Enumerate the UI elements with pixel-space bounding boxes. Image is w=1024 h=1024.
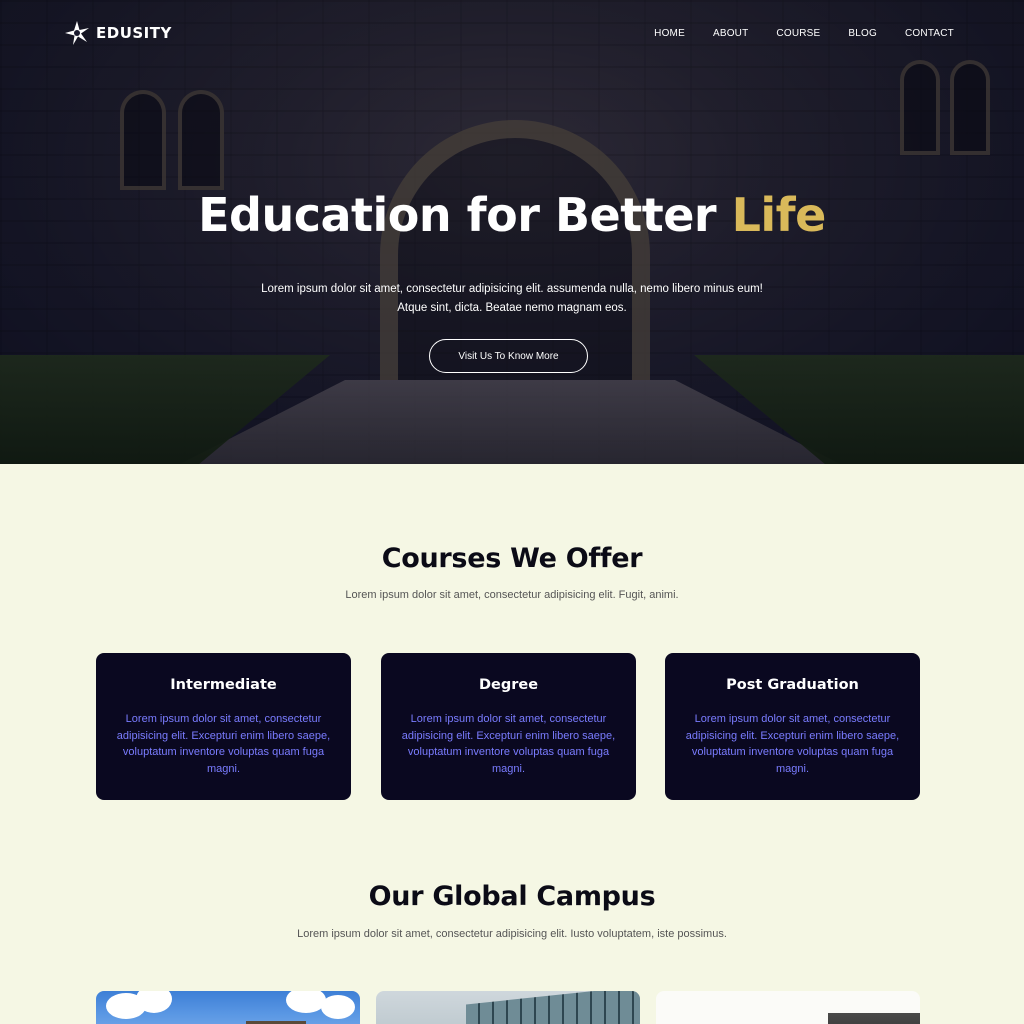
brand-name: EDUSITY	[96, 24, 172, 42]
visit-us-button[interactable]: Visit Us To Know More	[429, 339, 588, 373]
logo-star-icon	[65, 21, 89, 45]
cloud-shape	[321, 995, 355, 1019]
nav-item-course[interactable]: COURSE	[776, 28, 820, 39]
courses-subtitle: Lorem ipsum dolor sit amet, consectetur …	[345, 589, 679, 601]
course-card-title: Post Graduation	[726, 677, 859, 693]
hero-section: EDUSITY HOME ABOUT COURSE BLOG CONTACT E…	[0, 0, 1024, 464]
hero-title-accent: Life	[731, 188, 827, 242]
nav-item-blog[interactable]: BLOG	[848, 28, 877, 39]
campus-image-3[interactable]	[656, 991, 920, 1024]
course-card-text: Lorem ipsum dolor sit amet, consectetur …	[685, 713, 900, 775]
hero-window-right-1	[900, 60, 940, 155]
brand-logo[interactable]: EDUSITY	[64, 20, 172, 46]
hero-window-left-2	[178, 90, 224, 190]
hero-window-right-2	[950, 60, 990, 155]
course-card-text: Lorem ipsum dolor sit amet, consectetur …	[401, 713, 616, 775]
course-card-title: Intermediate	[170, 677, 277, 693]
nav-item-about[interactable]: ABOUT	[713, 28, 748, 39]
courses-title: Courses We Offer	[381, 543, 643, 574]
glass-facade-shape	[466, 991, 640, 1024]
cloud-shape	[136, 991, 172, 1013]
hero-title-main: Education for Better	[198, 188, 717, 242]
cloud-shape	[286, 991, 326, 1013]
hero-title: Education for Better Life	[0, 188, 1024, 242]
campus-title: Our Global Campus	[368, 881, 656, 912]
course-card-degree[interactable]: Degree Lorem ipsum dolor sit amet, conse…	[381, 653, 636, 800]
campus-image-2[interactable]	[376, 991, 640, 1024]
course-card-title: Degree	[478, 677, 539, 693]
hero-description: Lorem ipsum dolor sit amet, consectetur …	[0, 280, 1024, 318]
course-card-post-graduation[interactable]: Post Graduation Lorem ipsum dolor sit am…	[665, 653, 920, 800]
hero-description-line2: Atque sint, dicta. Beatae nemo magnam eo…	[397, 302, 627, 314]
hero-window-left-1	[120, 90, 166, 190]
nav-item-contact[interactable]: CONTACT	[905, 28, 954, 39]
nav-item-home[interactable]: HOME	[654, 28, 685, 39]
campus-image-1[interactable]	[96, 991, 360, 1024]
roof-shape	[828, 1013, 920, 1024]
hero-description-line1: Lorem ipsum dolor sit amet, consectetur …	[261, 283, 763, 295]
main-nav: HOME ABOUT COURSE BLOG CONTACT	[626, 28, 954, 39]
course-card-intermediate[interactable]: Intermediate Lorem ipsum dolor sit amet,…	[96, 653, 351, 800]
course-card-text: Lorem ipsum dolor sit amet, consectetur …	[116, 713, 331, 775]
campus-subtitle: Lorem ipsum dolor sit amet, consectetur …	[297, 928, 727, 940]
